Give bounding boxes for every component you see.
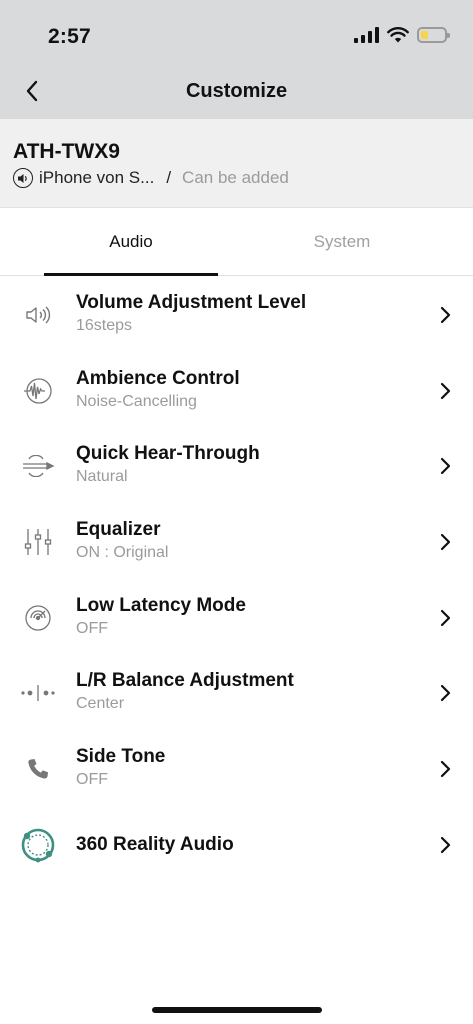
chevron-right-icon xyxy=(440,836,451,853)
setting-lr-balance-adjustment[interactable]: L/R Balance Adjustment Center xyxy=(0,655,473,731)
status-time: 2:57 xyxy=(48,25,91,48)
chevron-right-icon xyxy=(440,533,451,551)
chevron-right-icon xyxy=(440,458,451,475)
setting-title: 360 Reality Audio xyxy=(76,833,234,855)
balance-dots-icon xyxy=(20,675,56,711)
setting-value: ON : Original xyxy=(76,544,169,562)
home-indicator[interactable] xyxy=(152,1007,322,1013)
top-bar: 2:57 Customize xyxy=(0,0,473,119)
setting-volume-adjustment-level[interactable]: Volume Adjustment Level 16steps xyxy=(0,277,473,353)
wifi-icon xyxy=(387,27,409,43)
chevron-right-icon xyxy=(440,760,451,778)
equalizer-sliders-icon xyxy=(20,524,56,560)
battery-icon xyxy=(417,26,450,43)
chevron-right-icon xyxy=(440,306,451,323)
speaker-volume-icon xyxy=(20,297,56,333)
device-name: ATH-TWX9 xyxy=(13,140,120,163)
setting-equalizer[interactable]: Equalizer ON : Original xyxy=(0,504,473,580)
setting-title: Equalizer xyxy=(76,519,161,541)
latency-gauge-icon xyxy=(20,600,56,636)
tab-audio[interactable]: Audio xyxy=(44,208,218,276)
phone-handset-icon xyxy=(20,751,56,787)
settings-list: Volume Adjustment Level 16steps Ambience… xyxy=(0,277,473,883)
setting-title: Low Latency Mode xyxy=(76,594,246,616)
page-title: Customize xyxy=(185,80,288,102)
active-tab-indicator xyxy=(44,273,218,276)
setting-title: L/R Balance Adjustment xyxy=(76,670,294,692)
ambience-waveform-icon xyxy=(20,373,56,409)
separator: / xyxy=(166,168,172,187)
status-icons xyxy=(354,26,450,43)
hear-through-icon xyxy=(20,448,56,484)
connection-status[interactable]: Can be added xyxy=(182,168,289,188)
setting-title: Ambience Control xyxy=(76,367,240,389)
setting-360-reality-audio[interactable]: 360 Reality Audio xyxy=(0,807,473,883)
device-info: ATH-TWX9 iPhone von S... / Can be added xyxy=(0,119,473,208)
setting-value: Noise-Cancelling xyxy=(76,392,197,410)
reality-audio-icon xyxy=(20,827,56,863)
battery-level xyxy=(421,30,428,39)
setting-value: OFF xyxy=(76,771,108,789)
speaker-icon xyxy=(13,168,33,188)
setting-title: Volume Adjustment Level xyxy=(76,292,307,313)
setting-value: Natural xyxy=(76,468,128,486)
setting-value: Center xyxy=(76,695,125,713)
setting-value: OFF xyxy=(76,619,108,637)
setting-value: 16steps xyxy=(76,317,133,334)
setting-side-tone[interactable]: Side Tone OFF xyxy=(0,731,473,807)
chevron-right-icon xyxy=(440,382,451,399)
setting-title: Quick Hear-Through xyxy=(76,443,260,465)
setting-title: Side Tone xyxy=(76,746,166,768)
tab-system[interactable]: System xyxy=(256,208,428,276)
cellular-signal-icon xyxy=(354,26,379,43)
chevron-right-icon xyxy=(440,685,451,702)
source-device-name: iPhone von S... xyxy=(39,168,155,187)
setting-low-latency-mode[interactable]: Low Latency Mode OFF xyxy=(0,580,473,656)
setting-quick-hear-through[interactable]: Quick Hear-Through Natural xyxy=(0,428,473,504)
setting-ambience-control[interactable]: Ambience Control Noise-Cancelling xyxy=(0,353,473,429)
chevron-right-icon xyxy=(440,609,451,626)
device-connection: iPhone von S... / Can be added xyxy=(13,168,289,188)
tab-bar: Audio System xyxy=(0,208,473,276)
